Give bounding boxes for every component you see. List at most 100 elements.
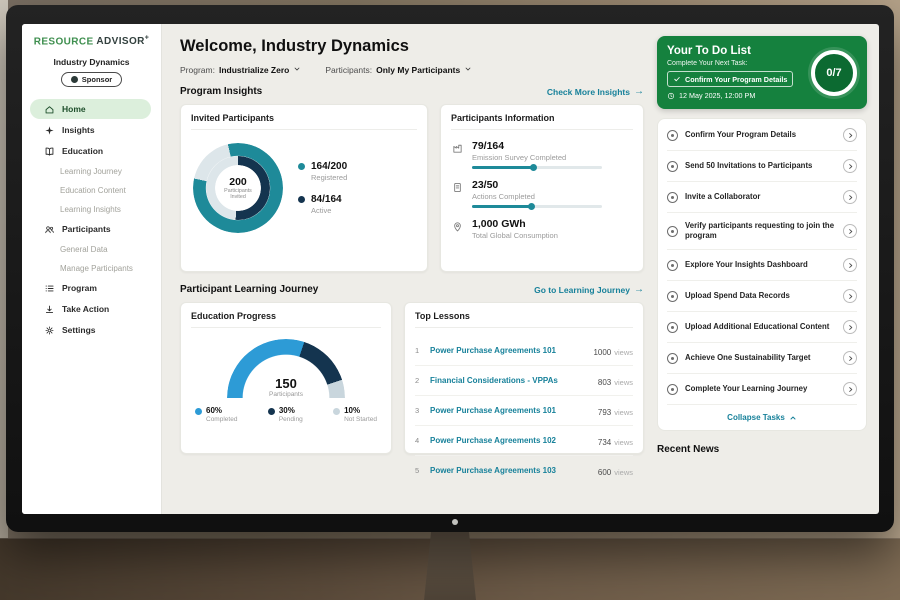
- lesson-rank: 2: [415, 376, 423, 385]
- legend-value: 164/200: [311, 161, 347, 172]
- lesson-row: 5 Power Purchase Agreements 103 600views: [415, 456, 633, 485]
- lesson-rank: 4: [415, 436, 423, 445]
- chevron-right-icon[interactable]: [843, 128, 857, 142]
- logo-plus: +: [145, 35, 150, 42]
- task-row[interactable]: Upload Additional Educational Content: [667, 312, 857, 343]
- sidebar-item-take-action[interactable]: Take Action: [30, 299, 151, 319]
- lesson-title-link[interactable]: Power Purchase Agreements 101: [430, 406, 591, 415]
- sidebar-item-label: General Data: [60, 245, 108, 254]
- learning-cards-row: Education Progress 150 Participants: [180, 302, 644, 454]
- sidebar-item-insights[interactable]: Insights: [30, 120, 151, 140]
- chevron-right-icon[interactable]: [843, 258, 857, 272]
- legend-label: Registered: [311, 173, 347, 182]
- stat-value: 23/50: [472, 179, 602, 191]
- task-row[interactable]: Complete Your Learning Journey: [667, 374, 857, 405]
- list-icon: [44, 283, 55, 294]
- participants-filter-dropdown[interactable]: Participants: Only My Participants: [325, 65, 472, 75]
- chevron-right-icon[interactable]: [843, 190, 857, 204]
- chevron-right-icon[interactable]: [843, 224, 857, 238]
- task-label: Send 50 Invitations to Participants: [685, 161, 836, 171]
- program-filter-dropdown[interactable]: Program: Industrialize Zero: [180, 65, 301, 75]
- recent-news-title: Recent News: [657, 444, 867, 455]
- sidebar-item-education[interactable]: Education: [30, 141, 151, 161]
- lesson-title-link[interactable]: Power Purchase Agreements 102: [430, 436, 591, 445]
- check-more-insights-link[interactable]: Check More Insights →: [547, 86, 644, 97]
- gauge-center-label: Participants: [227, 391, 345, 398]
- legend-value: 84/164: [311, 194, 342, 205]
- donut-legend: 164/200 Registered 84/164 Active: [298, 161, 347, 215]
- sidebar-item-learning-journey[interactable]: Learning Journey: [30, 162, 151, 180]
- task-circle-icon: [667, 192, 678, 203]
- task-circle-icon: [667, 353, 678, 364]
- task-row[interactable]: Explore Your Insights Dashboard: [667, 250, 857, 281]
- monitor-stand: [424, 530, 476, 600]
- chevron-right-icon[interactable]: [843, 320, 857, 334]
- chevron-right-icon[interactable]: [843, 289, 857, 303]
- task-circle-icon: [667, 226, 678, 237]
- lesson-title-link[interactable]: Financial Considerations - VPPAs: [430, 376, 591, 385]
- task-row[interactable]: Verify participants requesting to join t…: [667, 213, 857, 250]
- todo-tasks-card: Confirm Your Program Details Send 50 Inv…: [657, 118, 867, 431]
- learning-journey-header: Participant Learning Journey Go to Learn…: [180, 284, 644, 295]
- desktop-photo-background: RESOURCE ADVISOR+ Industry Dynamics Spon…: [0, 0, 900, 600]
- card-title: Education Progress: [191, 311, 381, 328]
- section-title: Participant Learning Journey: [180, 284, 318, 295]
- stat-actions-completed: 23/50 Actions Completed: [451, 179, 633, 208]
- gauge-center: 150 Participants: [227, 376, 345, 398]
- monitor-bezel: RESOURCE ADVISOR+ Industry Dynamics Spon…: [6, 5, 894, 532]
- sidebar-item-participants[interactable]: Participants: [30, 219, 151, 239]
- sponsor-icon: [71, 76, 78, 83]
- actions-progress-bar: [472, 205, 602, 208]
- lesson-row: 2 Financial Considerations - VPPAs 803vi…: [415, 366, 633, 396]
- sidebar-item-program[interactable]: Program: [30, 278, 151, 298]
- lesson-row: 4 Power Purchase Agreements 102 734views: [415, 426, 633, 456]
- todo-subtitle: Complete Your Next Task:: [667, 60, 803, 67]
- app-logo: RESOURCE ADVISOR+: [22, 35, 161, 47]
- task-row[interactable]: Upload Spend Data Records: [667, 281, 857, 312]
- task-row[interactable]: Achieve One Sustainability Target: [667, 343, 857, 374]
- lesson-title-link[interactable]: Power Purchase Agreements 101: [430, 346, 586, 355]
- sidebar-item-label: Education Content: [60, 186, 126, 195]
- lesson-title-link[interactable]: Power Purchase Agreements 103: [430, 466, 591, 475]
- sparkle-icon: [44, 125, 55, 136]
- main-column: Welcome, Industry Dynamics Program: Indu…: [180, 36, 644, 514]
- sidebar-item-label: Participants: [62, 224, 111, 234]
- sidebar-item-settings[interactable]: Settings: [30, 320, 151, 340]
- legend-item-pending: 30% Pending: [268, 406, 303, 423]
- sidebar-item-label: Insights: [62, 125, 95, 135]
- chevron-right-icon[interactable]: [843, 159, 857, 173]
- collapse-tasks-link[interactable]: Collapse Tasks: [667, 405, 857, 429]
- task-circle-icon: [667, 322, 678, 333]
- sidebar-item-home[interactable]: Home: [30, 99, 151, 119]
- program-filter-value: Industrialize Zero: [219, 65, 289, 75]
- sidebar-item-education-content[interactable]: Education Content: [30, 181, 151, 199]
- sidebar-item-label: Learning Insights: [60, 205, 121, 214]
- clipboard-icon: [451, 181, 464, 194]
- lesson-views-unit: views: [614, 468, 633, 477]
- insights-cards-row: Invited Participants 200 Participants In…: [180, 104, 644, 272]
- sidebar-item-label: Home: [62, 104, 86, 114]
- factory-icon: [451, 142, 464, 155]
- chevron-right-icon[interactable]: [843, 351, 857, 365]
- chevron-right-icon[interactable]: [843, 382, 857, 396]
- chevron-up-icon: [789, 414, 797, 422]
- map-pin-icon: [451, 220, 464, 233]
- sidebar-item-manage-participants[interactable]: Manage Participants: [30, 259, 151, 277]
- legend-label: Pending: [279, 416, 303, 423]
- emission-progress-bar: [472, 166, 602, 169]
- arrow-right-icon: →: [634, 86, 644, 97]
- task-circle-icon: [667, 161, 678, 172]
- todo-next-task[interactable]: Confirm Your Program Details: [667, 71, 793, 87]
- task-circle-icon: [667, 291, 678, 302]
- task-row[interactable]: Invite a Collaborator: [667, 182, 857, 213]
- todo-progress-value: 0/7: [826, 67, 841, 79]
- go-to-learning-journey-link[interactable]: Go to Learning Journey →: [534, 284, 644, 295]
- task-row[interactable]: Send 50 Invitations to Participants: [667, 151, 857, 182]
- task-row[interactable]: Confirm Your Program Details: [667, 120, 857, 151]
- sidebar-item-learning-insights[interactable]: Learning Insights: [30, 200, 151, 218]
- sidebar-item-general-data[interactable]: General Data: [30, 240, 151, 258]
- check-icon: [673, 75, 681, 83]
- legend-label: Completed: [206, 416, 237, 423]
- monitor-logo-dot: [452, 519, 458, 525]
- todo-progress-ring: 0/7: [811, 50, 857, 96]
